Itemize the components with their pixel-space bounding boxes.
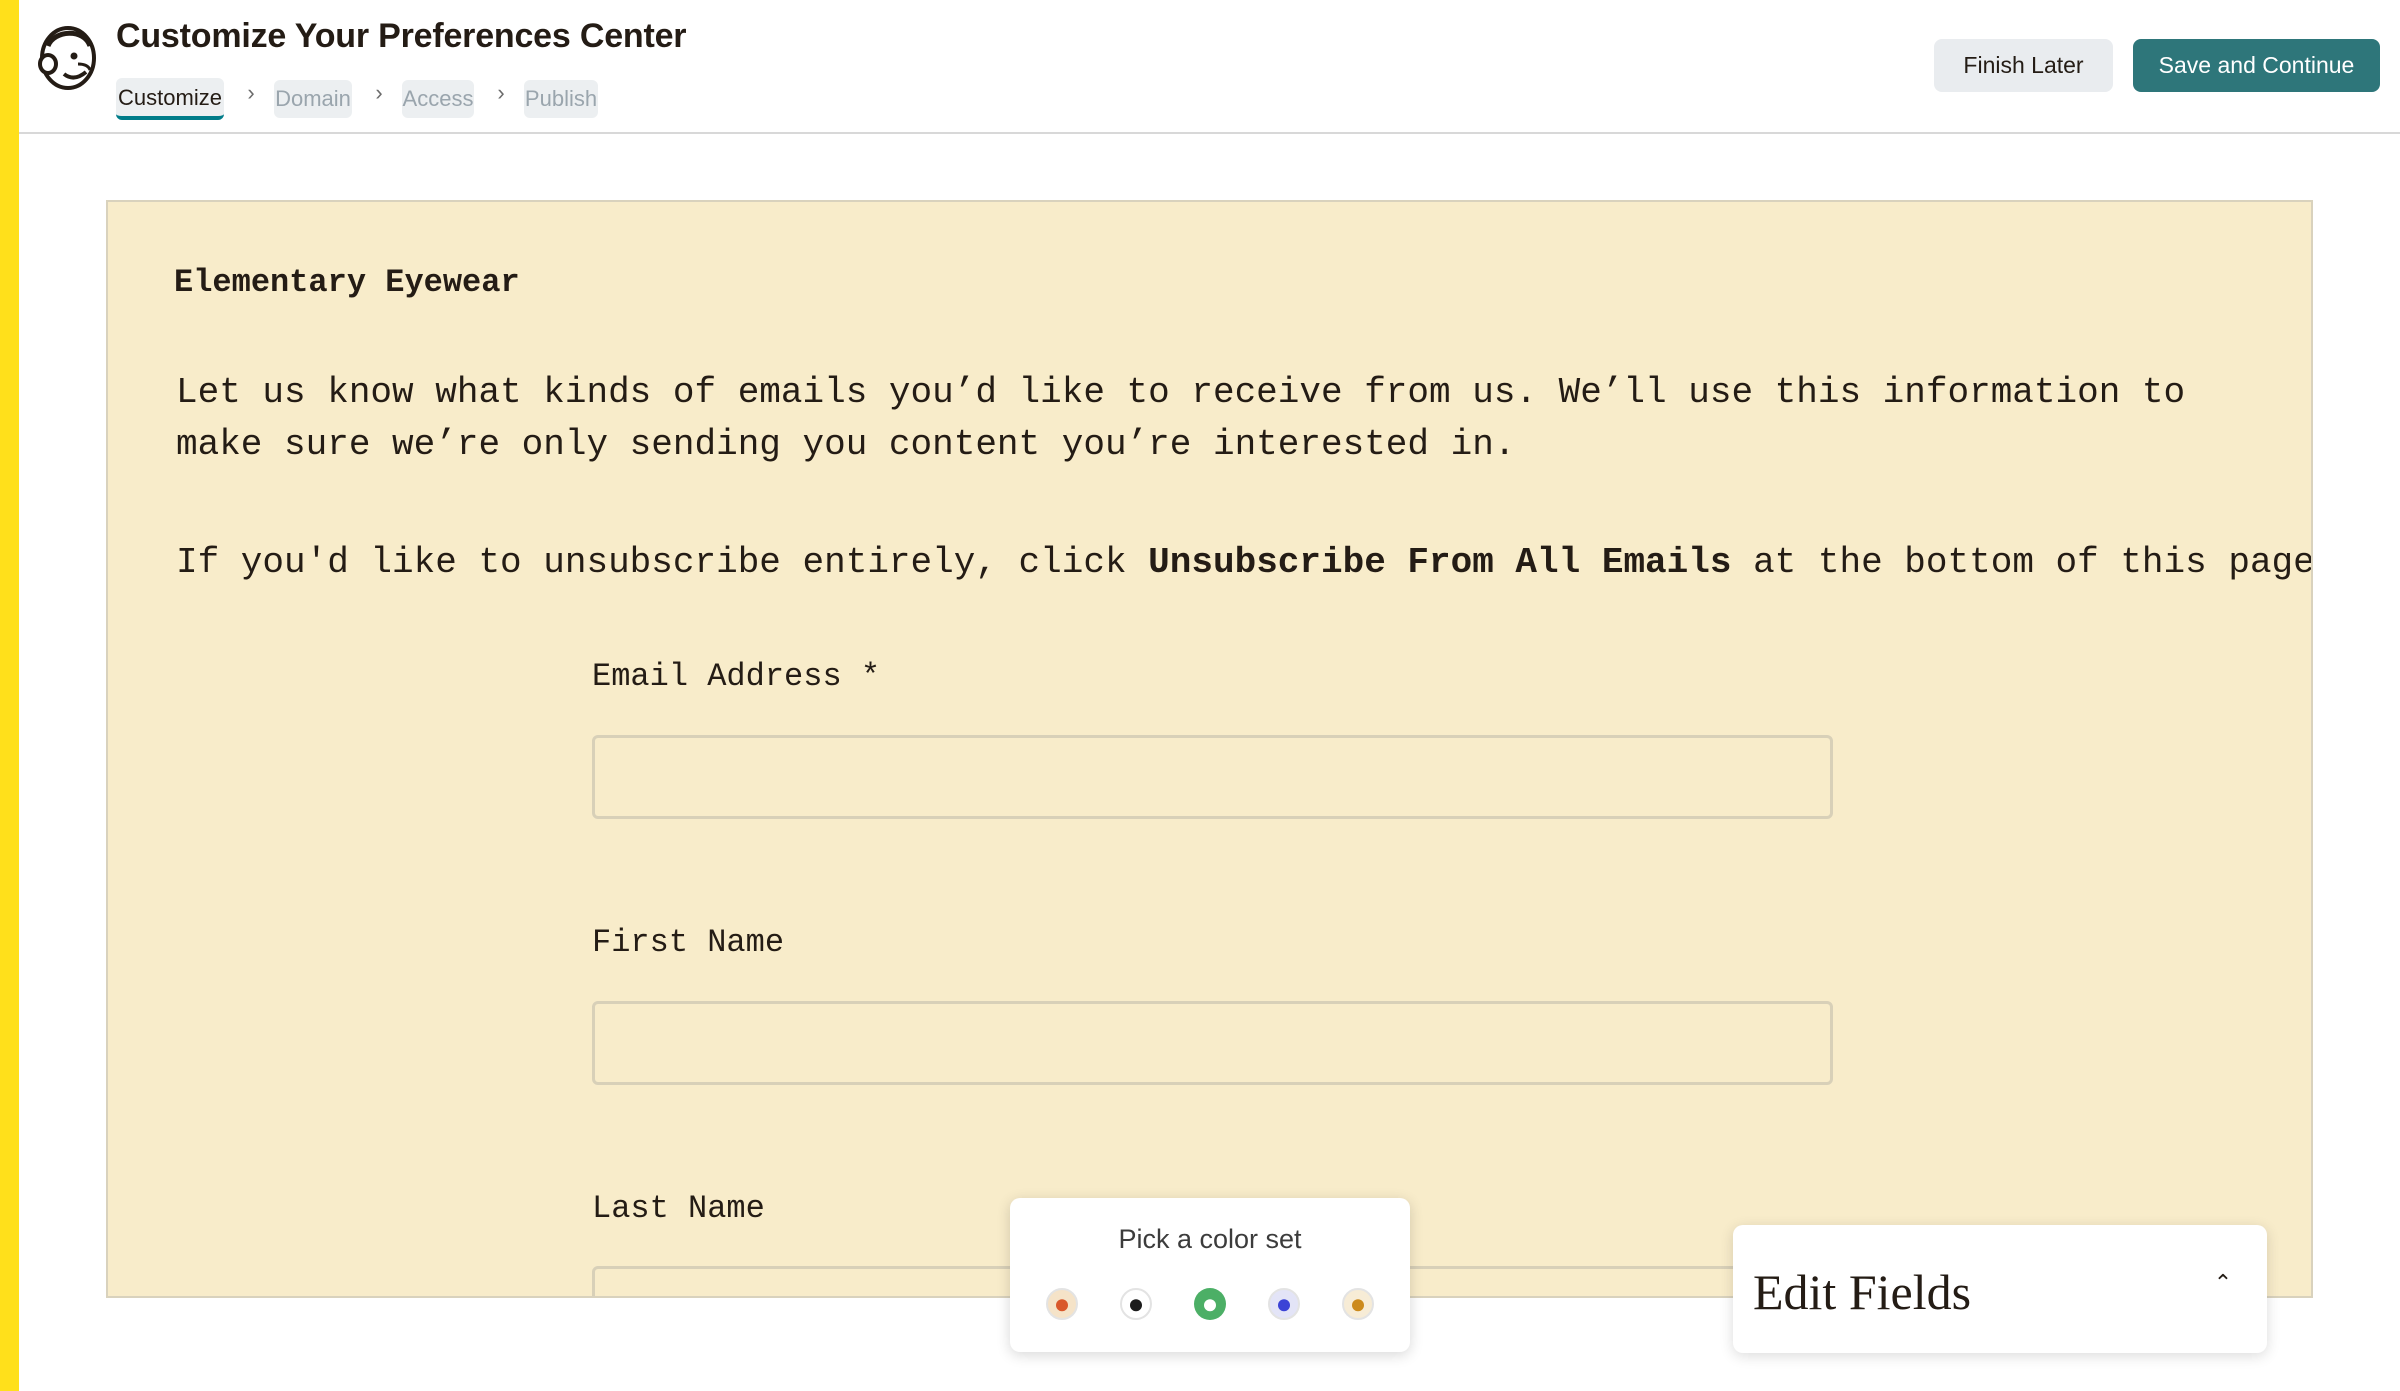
save-and-continue-button[interactable]: Save and Continue: [2133, 39, 2380, 92]
step-access[interactable]: Access: [402, 80, 474, 118]
edit-fields-title: Edit Fields: [1753, 1264, 1972, 1320]
edit-fields-panel[interactable]: Edit Fields ⌃: [1733, 1225, 2267, 1353]
swatch-dot: [1130, 1299, 1142, 1312]
app-header: Customize Your Preferences Center Custom…: [19, 0, 2400, 134]
color-swatch-orange-set[interactable]: [1046, 1288, 1078, 1320]
step-customize[interactable]: Customize: [116, 78, 224, 120]
first-name-field[interactable]: [592, 1001, 1833, 1085]
color-swatch-black-set[interactable]: [1120, 1288, 1152, 1320]
swatch-dot: [1352, 1299, 1364, 1312]
color-swatch-blue-set[interactable]: [1268, 1288, 1300, 1320]
unsubscribe-suffix: at the bottom of this page.: [1731, 542, 2313, 583]
mailchimp-logo-icon[interactable]: [34, 24, 100, 94]
swatch-dot: [1056, 1299, 1068, 1312]
unsubscribe-text: If you'd like to unsubscribe entirely, c…: [176, 537, 2311, 589]
chevron-right-icon: ›: [497, 80, 505, 105]
breadcrumb: Customize › Domain › Access › Publish: [116, 78, 598, 120]
brand-name: Elementary Eyewear: [174, 264, 520, 301]
unsubscribe-prefix: If you'd like to unsubscribe entirely, c…: [176, 542, 1149, 583]
brand-stripe: [0, 0, 19, 1391]
step-domain[interactable]: Domain: [274, 80, 352, 118]
swatch-dot: [1278, 1299, 1290, 1312]
color-set-picker: Pick a color set: [1010, 1198, 1410, 1352]
email-field[interactable]: [592, 735, 1833, 819]
step-publish[interactable]: Publish: [524, 80, 598, 118]
intro-text: Let us know what kinds of emails you’d l…: [176, 372, 2186, 465]
chevron-right-icon: ›: [247, 80, 255, 105]
finish-later-button[interactable]: Finish Later: [1934, 39, 2113, 92]
picker-title: Pick a color set: [1118, 1224, 1302, 1254]
swatch-dot: [1204, 1299, 1216, 1312]
preferences-preview: Elementary Eyewear Let us know what kind…: [106, 200, 2313, 1298]
last-name-field-label: Last Name: [592, 1190, 765, 1227]
swatch-list: [1046, 1288, 1374, 1320]
unsubscribe-link-text: Unsubscribe From All Emails: [1148, 542, 1732, 583]
chevron-up-icon[interactable]: ⌃: [2211, 1271, 2235, 1295]
first-name-field-label: First Name: [592, 924, 785, 961]
chevron-right-icon: ›: [375, 80, 383, 105]
color-swatch-green-set[interactable]: [1194, 1288, 1226, 1320]
email-field-label: Email Address *: [592, 658, 881, 695]
color-swatch-gold-set[interactable]: [1342, 1288, 1374, 1320]
page-title: Customize Your Preferences Center: [116, 17, 687, 55]
